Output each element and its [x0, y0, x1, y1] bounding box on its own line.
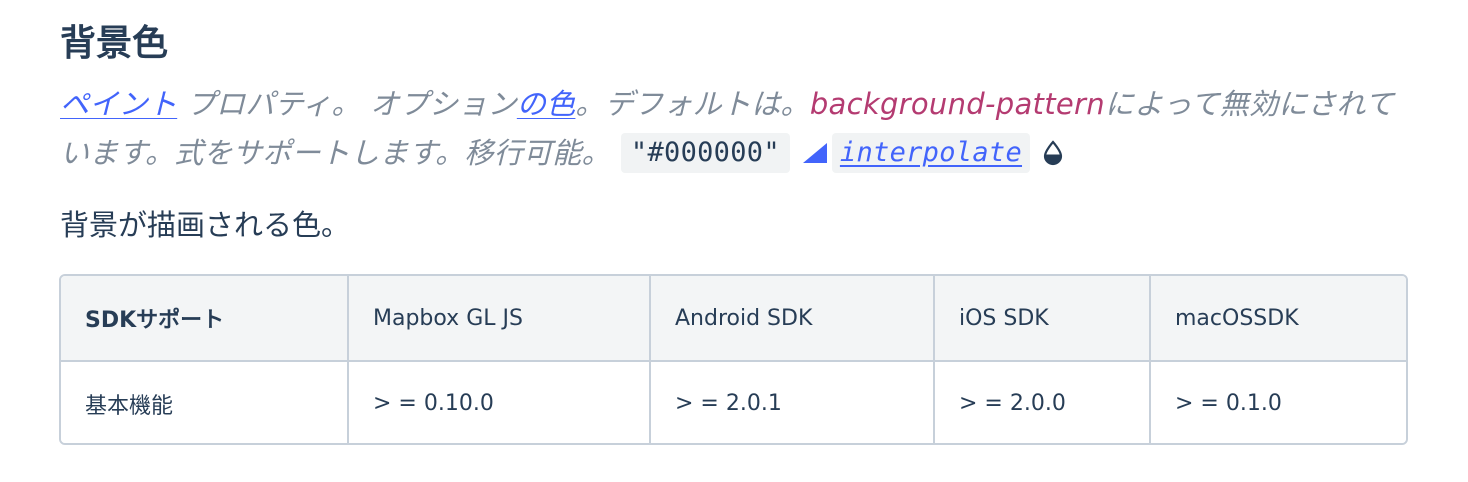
- table-row: 基本機能 > = 0.10.0 > = 2.0.1 > = 2.0.0 > = …: [61, 361, 1406, 443]
- meta-text-default: 。デフォルトは。: [575, 87, 810, 121]
- cell-ios-sdk-version: > = 2.0.0: [934, 361, 1151, 443]
- paint-link[interactable]: ペイント: [60, 87, 177, 121]
- column-header-mapbox-gl-js: Mapbox GL JS: [348, 276, 651, 362]
- color-link[interactable]: の色: [517, 87, 576, 121]
- disabled-by-property: background-pattern: [809, 87, 1105, 121]
- cell-feature: 基本機能: [61, 361, 349, 443]
- property-doc: 背景色 ペイント プロパティ。 オプションの色。デフォルトは。backgroun…: [0, 0, 1468, 482]
- column-header-macos-sdk: macOSSDK: [1150, 276, 1406, 362]
- property-meta: ペイント プロパティ。 オプションの色。デフォルトは。background-pa…: [60, 80, 1420, 178]
- interpolate-triangle-icon: [802, 130, 828, 163]
- data-drop-icon: [1042, 132, 1064, 166]
- cell-android-sdk-version: > = 2.0.1: [650, 361, 935, 443]
- table-header-row: SDKサポート Mapbox GL JS Android SDK iOS SDK…: [61, 276, 1406, 362]
- cell-macos-sdk-version: > = 0.1.0: [1175, 391, 1282, 416]
- property-title: 背景色: [60, 23, 169, 64]
- sdk-support-table: SDKサポート Mapbox GL JS Android SDK iOS SDK…: [59, 274, 1408, 445]
- default-value: "#000000": [620, 133, 790, 173]
- column-header-ios-sdk: iOS SDK: [934, 276, 1151, 362]
- property-description: 背景が描画される色。: [60, 208, 351, 242]
- interpolate-link[interactable]: interpolate: [831, 133, 1031, 173]
- column-header-sdk-support: SDKサポート: [61, 276, 349, 362]
- meta-text-property: プロパティ。 オプション: [177, 87, 517, 121]
- column-header-android-sdk: Android SDK: [650, 276, 935, 362]
- cell-mapbox-gl-js-version: > = 0.10.0: [348, 361, 651, 443]
